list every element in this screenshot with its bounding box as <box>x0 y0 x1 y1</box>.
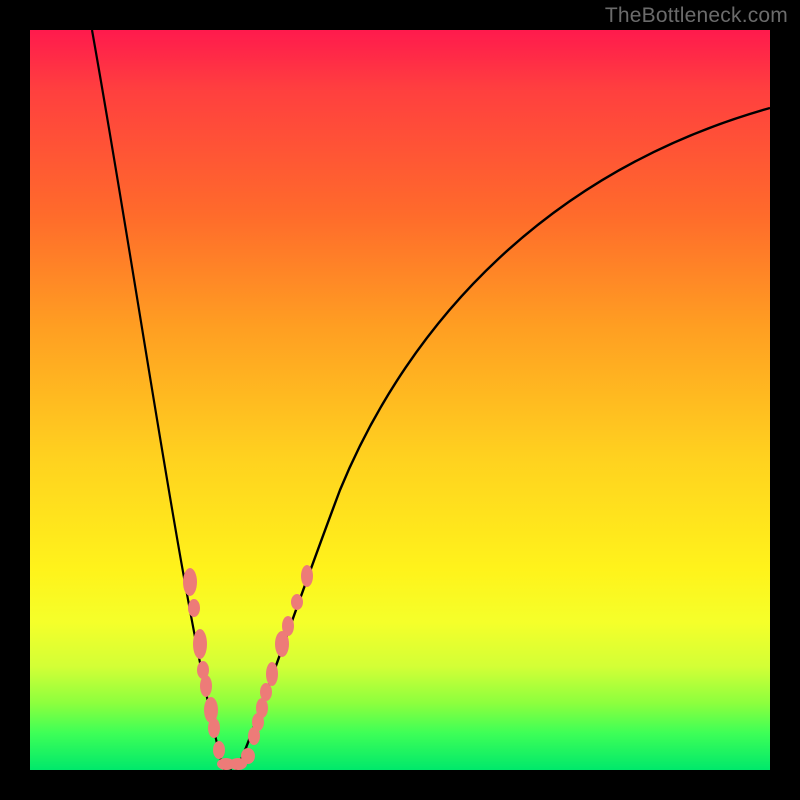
data-marker <box>241 748 255 764</box>
curve-left <box>92 30 232 771</box>
data-marker <box>213 741 225 759</box>
curve-right <box>236 108 770 770</box>
data-marker <box>188 599 200 617</box>
watermark-text: TheBottleneck.com <box>605 4 788 28</box>
chart-svg <box>30 30 770 770</box>
data-marker <box>193 629 207 659</box>
data-marker <box>301 565 313 587</box>
data-marker <box>275 631 289 657</box>
data-marker <box>266 662 278 686</box>
markers-left-group <box>183 568 225 759</box>
chart-frame: TheBottleneck.com <box>0 0 800 800</box>
data-marker <box>291 594 303 610</box>
data-marker <box>183 568 197 596</box>
chart-plot-area <box>30 30 770 770</box>
data-marker <box>208 718 220 738</box>
data-marker <box>200 675 212 697</box>
data-marker <box>248 727 260 745</box>
